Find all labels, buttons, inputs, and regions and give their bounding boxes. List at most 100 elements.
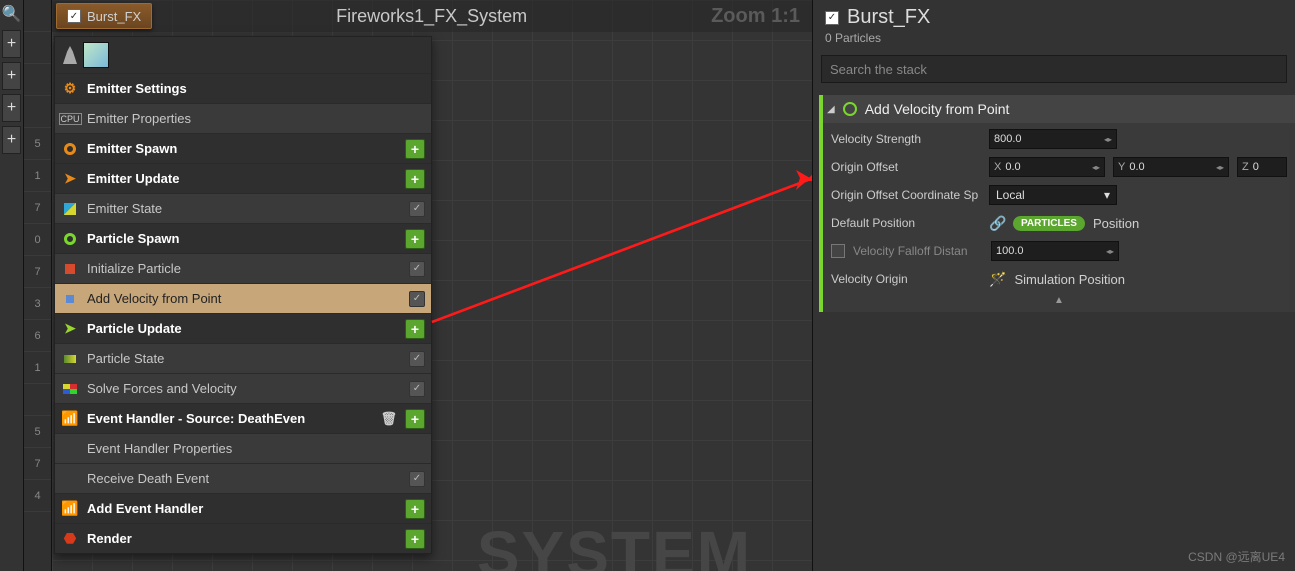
origin-offset-x[interactable]: X0.0◂▸ xyxy=(989,157,1105,177)
origin-offset-z[interactable]: Z0 xyxy=(1237,157,1287,177)
add-button-3[interactable]: + xyxy=(2,94,21,122)
graph-canvas[interactable]: ✓ Burst_FX Fireworks1_FX_System Zoom 1:1… xyxy=(52,0,812,571)
add-module-button[interactable]: + xyxy=(405,409,425,429)
gutter-tick xyxy=(24,32,51,64)
falloff-checkbox[interactable] xyxy=(831,244,845,258)
stack-row[interactable]: 📶Add Event Handler+ xyxy=(55,493,431,523)
module-checkbox[interactable] xyxy=(409,381,425,397)
chevron-down-icon: ▾ xyxy=(1104,188,1110,202)
prop-velocity-origin: Velocity Origin 🪄 Simulation Position xyxy=(823,265,1295,293)
emitter-thumbnail[interactable] xyxy=(83,42,109,68)
module-checkbox[interactable] xyxy=(409,291,425,307)
add-module-button[interactable]: + xyxy=(405,529,425,549)
gutter: 51707361574 xyxy=(24,0,52,571)
row-label: Add Velocity from Point xyxy=(87,291,401,306)
add-button-1[interactable]: + xyxy=(2,30,21,58)
origin-offset-y[interactable]: Y0.0◂▸ xyxy=(1113,157,1229,177)
prop-velocity-strength: Velocity Strength 800.0◂▸ xyxy=(823,125,1295,153)
stack-row[interactable]: Emitter Spawn+ xyxy=(55,133,431,163)
row-label: Particle State xyxy=(87,351,401,366)
gutter-tick: 0 xyxy=(24,224,51,256)
row-label: Render xyxy=(87,531,397,546)
emitter-chip[interactable]: ✓ Burst_FX xyxy=(56,3,152,29)
person-icon xyxy=(63,46,77,64)
property-list: Velocity Strength 800.0◂▸ Origin Offset … xyxy=(819,123,1295,312)
module-checkbox[interactable] xyxy=(409,471,425,487)
stack-row[interactable]: Particle State xyxy=(55,343,431,373)
stack-row[interactable]: ➤Particle Update+ xyxy=(55,313,431,343)
stack-row[interactable]: ➤Emitter Update+ xyxy=(55,163,431,193)
gutter-tick: 7 xyxy=(24,448,51,480)
row-label: Event Handler - Source: DeathEven xyxy=(87,411,372,426)
add-module-button[interactable]: + xyxy=(405,229,425,249)
stack-row[interactable]: Solve Forces and Velocity xyxy=(55,373,431,403)
add-module-button[interactable]: + xyxy=(405,499,425,519)
link-icon[interactable]: 🔗 xyxy=(989,215,1005,231)
panel-checkbox[interactable]: ✓ xyxy=(825,11,839,25)
row-label: Receive Death Event xyxy=(87,471,401,486)
gutter-tick: 7 xyxy=(24,256,51,288)
stack-row[interactable]: Emitter State xyxy=(55,193,431,223)
wand-icon[interactable]: 🪄 xyxy=(989,271,1006,288)
stack-row[interactable]: Event Handler Properties xyxy=(55,433,431,463)
particles-pill[interactable]: PARTICLES xyxy=(1013,216,1085,231)
mini-toolbar: 🔍 + + + + xyxy=(0,0,24,571)
row-label: Emitter Update xyxy=(87,171,397,186)
falloff-input[interactable]: 100.0◂▸ xyxy=(991,241,1119,261)
graph-titlebar: ✓ Burst_FX Fireworks1_FX_System Zoom 1:1 xyxy=(52,0,812,32)
stack-row[interactable]: Receive Death Event xyxy=(55,463,431,493)
row-label: Solve Forces and Velocity xyxy=(87,381,401,396)
row-label: Particle Update xyxy=(87,321,397,336)
stack-row[interactable]: Particle Spawn+ xyxy=(55,223,431,253)
add-module-button[interactable]: + xyxy=(405,139,425,159)
gutter-tick xyxy=(24,0,51,32)
search-placeholder: Search the stack xyxy=(830,62,927,77)
row-label: Initialize Particle xyxy=(87,261,401,276)
prop-origin-offset: Origin Offset X0.0◂▸ Y0.0◂▸ Z0 xyxy=(823,153,1295,181)
gutter-tick xyxy=(24,64,51,96)
system-name: Fireworks1_FX_System xyxy=(152,6,711,27)
ring-icon xyxy=(843,102,857,116)
watermark: CSDN @远离UE4 xyxy=(1188,548,1285,565)
search-input[interactable]: Search the stack xyxy=(821,55,1287,83)
prop-default-position: Default Position 🔗 PARTICLES Position xyxy=(823,209,1295,237)
section-header[interactable]: ◢ Add Velocity from Point xyxy=(819,95,1295,123)
coord-space-select[interactable]: Local▾ xyxy=(989,185,1117,205)
panel-title: Burst_FX xyxy=(847,6,930,29)
stack-row[interactable]: ⚙Emitter Settings xyxy=(55,73,431,103)
trash-icon[interactable]: 🗑 xyxy=(380,411,397,427)
collapse-icon[interactable]: ◢ xyxy=(827,104,835,115)
row-label: Emitter Properties xyxy=(87,111,425,126)
search-icon[interactable]: 🔍 xyxy=(0,0,23,28)
section: ◢ Add Velocity from Point Velocity Stren… xyxy=(819,95,1295,312)
add-module-button[interactable]: + xyxy=(405,169,425,189)
module-checkbox[interactable] xyxy=(409,261,425,277)
stack-row[interactable]: Initialize Particle xyxy=(55,253,431,283)
system-watermark: SYSTEM xyxy=(477,517,752,571)
collapse-handle[interactable]: ▲ xyxy=(823,293,1295,308)
add-button-4[interactable]: + xyxy=(2,126,21,154)
velocity-strength-input[interactable]: 800.0◂▸ xyxy=(989,129,1117,149)
stack-row[interactable]: ⬣Render+ xyxy=(55,523,431,553)
stack-row[interactable]: Add Velocity from Point xyxy=(55,283,431,313)
stack-row[interactable]: 📶Event Handler - Source: DeathEven🗑+ xyxy=(55,403,431,433)
emitter-chip-label: Burst_FX xyxy=(87,9,141,24)
add-module-button[interactable]: + xyxy=(405,319,425,339)
gutter-tick xyxy=(24,96,51,128)
gutter-tick: 5 xyxy=(24,128,51,160)
row-label: Emitter State xyxy=(87,201,401,216)
gutter-tick: 1 xyxy=(24,352,51,384)
module-checkbox[interactable] xyxy=(409,201,425,217)
gutter-tick: 7 xyxy=(24,192,51,224)
emitter-checkbox[interactable]: ✓ xyxy=(67,9,81,23)
position-suffix: Position xyxy=(1093,216,1139,231)
add-button-2[interactable]: + xyxy=(2,62,21,90)
gutter-tick: 5 xyxy=(24,416,51,448)
prop-coord-space: Origin Offset Coordinate Sp Local▾ xyxy=(823,181,1295,209)
emitter-thumb-row xyxy=(55,37,431,73)
emitter-stack: ⚙Emitter SettingsCPUEmitter PropertiesEm… xyxy=(54,36,432,554)
module-checkbox[interactable] xyxy=(409,351,425,367)
gutter-tick: 4 xyxy=(24,480,51,512)
gutter-tick: 1 xyxy=(24,160,51,192)
stack-row[interactable]: CPUEmitter Properties xyxy=(55,103,431,133)
